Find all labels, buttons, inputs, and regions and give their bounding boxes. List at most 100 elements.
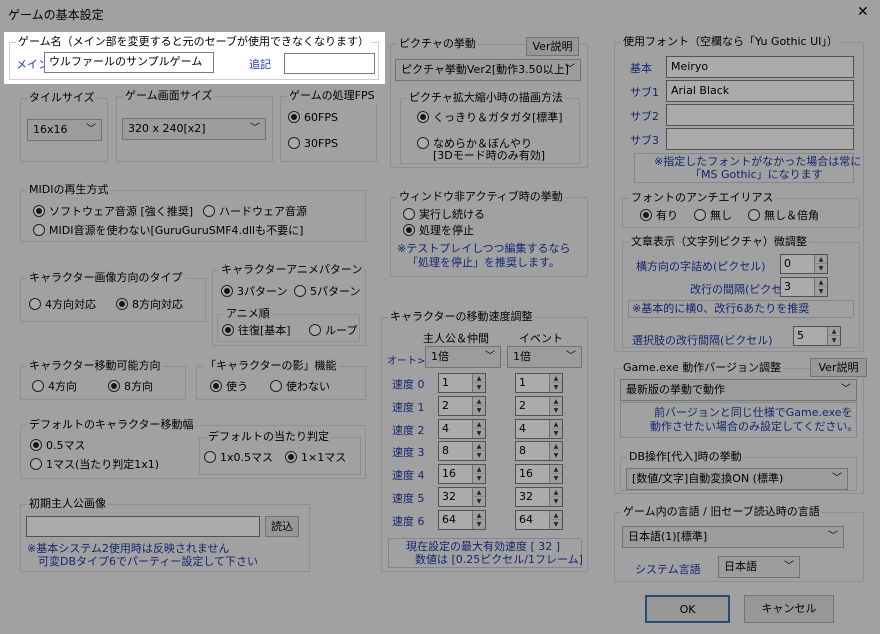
char-dir-8-radio[interactable]: 8方向対応: [116, 298, 183, 312]
move-width-full-radio[interactable]: 1マス(当たり判定1x1): [30, 458, 159, 472]
speed-auto-label: オート>: [387, 356, 426, 367]
midi-hardware-radio[interactable]: ハードウェア音源: [203, 205, 307, 219]
sys-lang-select[interactable]: 日本語 ﹀: [718, 556, 800, 578]
game-name-sub-input[interactable]: [284, 53, 375, 74]
text-display-caption: 文章表示（文字列ピクチャ）微調整: [629, 235, 809, 249]
fps-60-radio[interactable]: 60FPS: [288, 111, 338, 125]
window-title: ゲームの基本設定: [8, 8, 104, 22]
speed-event-stepper[interactable]: 32 ▲ ▼: [515, 487, 563, 507]
chevron-down-icon: ﹀: [832, 473, 842, 484]
font-base-label: 基本: [630, 62, 652, 75]
speed-event-stepper[interactable]: 2 ▲ ▼: [515, 395, 563, 416]
font-sub2-input[interactable]: [666, 104, 854, 126]
font-sub3-input[interactable]: [666, 128, 854, 150]
initial-hero-note-1: ※基本システム2使用時は反映されません: [27, 542, 230, 555]
lang-select[interactable]: 日本語(1)[標準] ﹀: [622, 526, 844, 548]
font-sub1-label: サブ1: [630, 86, 659, 99]
tile-size-caption: タイルサイズ: [27, 91, 97, 105]
hit-box-caption: デフォルトの当たり判定: [206, 430, 331, 444]
speed-hero-stepper[interactable]: 16 ▲ ▼: [438, 464, 486, 485]
inactive-stop-radio[interactable]: 処理を停止: [403, 224, 474, 238]
db-op-select[interactable]: [数値/文字]自動変換ON (標準) ﹀: [626, 468, 848, 490]
speed-auto-hero-select[interactable]: 1倍 ﹀: [425, 346, 501, 368]
screen-size-select[interactable]: 320 x 240[x2] ﹀: [122, 118, 266, 140]
gameexe-note-2: 動作させたい場合のみ設定してください。: [650, 420, 859, 433]
chevron-down-icon: ﹀: [485, 351, 495, 362]
initial-hero-note-2: 可変DBタイプ6でパーティー設定して下さい: [38, 555, 259, 568]
inactive-note-1: ※テストプレイしつつ編集するなら: [397, 242, 571, 255]
speed-auto-event-select[interactable]: 1倍 ﹀: [507, 346, 582, 368]
anim-3-radio[interactable]: 3パターン: [221, 285, 287, 299]
gameexe-mode-select[interactable]: 最新版の挙動で動作 ﹀: [620, 379, 857, 401]
speed-hero-stepper[interactable]: 8 ▲ ▼: [438, 441, 486, 462]
sys-lang-label: システム言語: [635, 563, 701, 576]
db-op-caption: DB操作[代入]時の挙動: [627, 450, 744, 464]
speed-hero-stepper[interactable]: 1 ▲ ▼: [438, 373, 486, 393]
close-icon[interactable]: ✕: [857, 4, 869, 20]
font-base-input[interactable]: Meiryo: [666, 56, 854, 78]
line-space-stepper[interactable]: 3 ▲ ▼: [780, 277, 828, 297]
fps-group: ゲームの処理FPS: [280, 89, 377, 162]
initial-hero-input[interactable]: [26, 516, 260, 537]
midi-software-radio[interactable]: ソフトウェア音源 [強く推奨]: [33, 205, 193, 219]
shadow-off-radio[interactable]: 使わない: [270, 380, 330, 394]
ok-button[interactable]: OK: [645, 595, 730, 623]
fps-30-radio[interactable]: 30FPS: [288, 137, 338, 151]
speed-event-stepper[interactable]: 1 ▲ ▼: [515, 373, 563, 393]
speed-event-stepper[interactable]: 16 ▲ ▼: [515, 464, 563, 485]
speed-caption: キャラクターの移動速度調整: [388, 310, 535, 324]
char-move-8-radio[interactable]: 8方向: [108, 380, 153, 394]
speed-row-label: 速度 5: [392, 492, 425, 505]
tile-size-select[interactable]: 16x16 ﹀: [27, 119, 102, 141]
initial-hero-load-button[interactable]: 読込: [265, 516, 299, 537]
choice-space-stepper[interactable]: 5 ▲ ▼: [793, 326, 841, 346]
antialias-off-double-radio[interactable]: 無し＆倍角: [748, 209, 819, 223]
chevron-down-icon: ﹀: [565, 64, 575, 75]
move-width-half-radio[interactable]: 0.5マス: [30, 439, 86, 453]
chevron-down-icon: ﹀: [841, 384, 851, 395]
picture-ver-button[interactable]: Ver説明: [526, 37, 579, 56]
shadow-on-radio[interactable]: 使う: [210, 380, 248, 394]
anim-5-radio[interactable]: 5パターン: [294, 285, 360, 299]
char-dir-4-radio[interactable]: 4方向対応: [29, 298, 96, 312]
game-name-caption: ゲーム名（メイン部を変更すると元のセーブが使用できなくなります）: [16, 35, 372, 49]
speed-hero-stepper[interactable]: 64 ▲ ▼: [438, 509, 486, 530]
chevron-down-icon: ﹀: [784, 561, 794, 572]
picture-mode-select[interactable]: ピクチャ挙動Ver2[動作3.50以上] ﹀: [395, 59, 581, 81]
speed-hero-stepper[interactable]: 2 ▲ ▼: [438, 395, 486, 416]
midi-caption: MIDIの再生方式: [27, 183, 111, 197]
char-space-stepper[interactable]: 0 ▲ ▼: [780, 254, 828, 274]
speed-hero-stepper[interactable]: 32 ▲ ▼: [438, 487, 486, 507]
choice-space-label: 選択肢の改行間隔(ピクセル): [632, 334, 773, 347]
gameexe-ver-button[interactable]: Ver説明: [810, 358, 867, 377]
anim-order-loop-radio[interactable]: ループ: [309, 324, 357, 338]
midi-none-radio[interactable]: MIDI音源を使わない[GuruGuruSMF4.dllも不要に]: [33, 224, 303, 238]
speed-event-stepper[interactable]: 8 ▲ ▼: [515, 441, 563, 462]
inactive-continue-radio[interactable]: 実行し続ける: [403, 208, 485, 222]
speed-hero-stepper[interactable]: 4 ▲ ▼: [438, 418, 486, 439]
scale-smooth-note: [3Dモード時のみ有効]: [433, 149, 546, 162]
antialias-off-radio[interactable]: 無し: [694, 209, 732, 223]
picture-caption: ピクチャの挙動: [397, 37, 478, 51]
char-move-4-radio[interactable]: 4方向: [32, 380, 77, 394]
lang-caption: ゲーム内の言語 / 旧セーブ読込時の言語: [621, 505, 822, 519]
char-move-caption: キャラクター移動可能方向: [27, 359, 163, 373]
speed-event-header: イベント: [519, 332, 563, 345]
hit-half-radio[interactable]: 1x0.5マス: [204, 451, 273, 465]
antialias-on-radio[interactable]: 有り: [640, 209, 678, 223]
speed-event-stepper[interactable]: 64 ▲ ▼: [515, 509, 563, 530]
speed-hero-header: 主人公＆仲間: [423, 332, 489, 345]
game-name-main-input[interactable]: ウルファールのサンプルゲーム: [44, 52, 214, 73]
speed-event-stepper[interactable]: 4 ▲ ▼: [515, 418, 563, 439]
anim-order-caption: アニメ順: [224, 307, 272, 321]
char-anim-caption: キャラクターアニメパターン: [219, 263, 365, 277]
anim-order-roundtrip-radio[interactable]: 往復[基本]: [222, 324, 291, 338]
font-sub1-input[interactable]: Arial Black: [666, 80, 854, 102]
chevron-down-icon: ﹀: [828, 531, 838, 542]
speed-row-label: 速度 3: [392, 446, 425, 460]
scale-sharp-radio[interactable]: くっきり＆ガタガタ[標準]: [417, 111, 563, 125]
cancel-button[interactable]: キャンセル: [744, 595, 834, 623]
initial-hero-caption: 初期主人公画像: [27, 497, 108, 511]
hit-full-radio[interactable]: 1×1マス: [285, 451, 346, 465]
speed-row-label: 速度 6: [392, 514, 425, 528]
